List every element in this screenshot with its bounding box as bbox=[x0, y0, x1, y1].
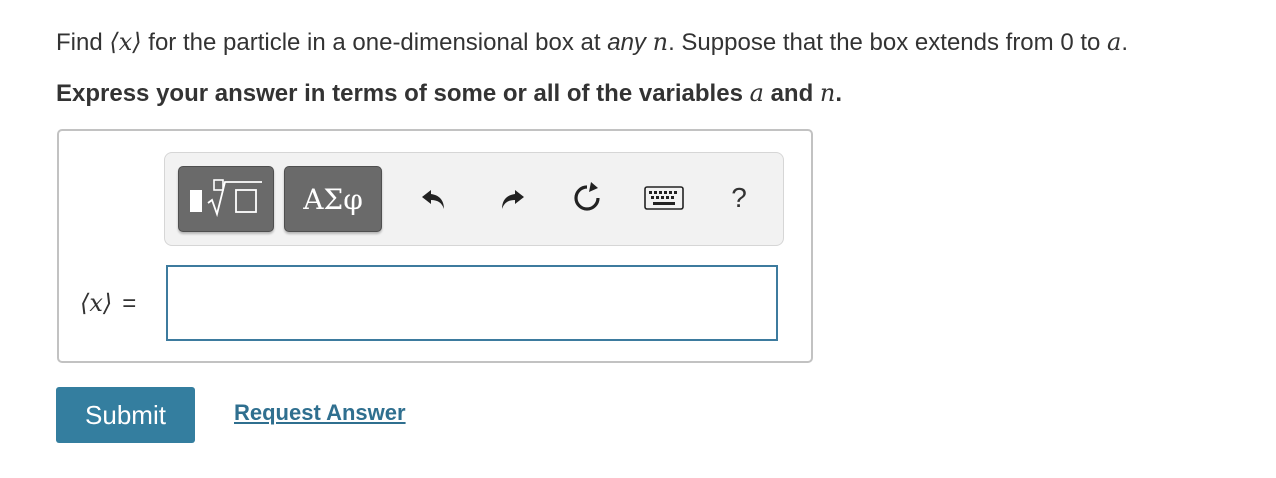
symbols-button[interactable]: ΑΣφ bbox=[284, 166, 382, 232]
redo-button[interactable] bbox=[491, 178, 531, 218]
equals-sign: = bbox=[122, 290, 137, 317]
instruction-var-a: a bbox=[749, 79, 764, 107]
instruction-var-n: n bbox=[819, 79, 836, 107]
instruction-end: . bbox=[835, 80, 843, 107]
templates-button[interactable] bbox=[178, 166, 274, 232]
question-middle: for the particle in a one-dimensional bo… bbox=[141, 29, 608, 56]
instruction-prefix: Express your answer in terms of some or … bbox=[56, 80, 750, 107]
question-suffix: . Suppose that the box extends from 0 to bbox=[668, 29, 1108, 56]
instruction-conjunction: and bbox=[763, 80, 820, 107]
keyboard-button[interactable] bbox=[641, 178, 687, 218]
submit-button[interactable]: Submit bbox=[56, 387, 195, 443]
templates-icon bbox=[190, 179, 262, 218]
question-text: Find ⟨x⟩ for the particle in a one-dimen… bbox=[56, 25, 1128, 60]
request-answer-link[interactable]: Request Answer bbox=[234, 398, 406, 428]
answer-box: ΑΣφ ? ⟨x⟩ = bbox=[57, 129, 813, 363]
variable-a: a bbox=[1107, 28, 1122, 56]
instruction-text: Express your answer in terms of some or … bbox=[56, 76, 842, 111]
question-end: . bbox=[1121, 29, 1128, 56]
question-emphasis: any bbox=[607, 29, 646, 56]
answer-expectation: ⟨x⟩ bbox=[80, 289, 113, 317]
reset-icon bbox=[574, 182, 600, 211]
expectation-x: ⟨x⟩ bbox=[109, 28, 142, 56]
keyboard-icon bbox=[644, 186, 684, 210]
redo-icon bbox=[502, 190, 524, 209]
answer-label: ⟨x⟩ = bbox=[80, 281, 136, 326]
question-prefix: Find bbox=[56, 29, 110, 56]
page: Find ⟨x⟩ for the particle in a one-dimen… bbox=[0, 0, 1276, 478]
answer-input[interactable] bbox=[166, 265, 778, 341]
undo-button[interactable] bbox=[415, 178, 455, 218]
help-button[interactable]: ? bbox=[719, 178, 759, 218]
math-toolbar: ΑΣφ ? bbox=[164, 152, 784, 246]
undo-icon bbox=[422, 190, 444, 209]
reset-button[interactable] bbox=[567, 178, 607, 218]
variable-n: n bbox=[652, 28, 669, 56]
